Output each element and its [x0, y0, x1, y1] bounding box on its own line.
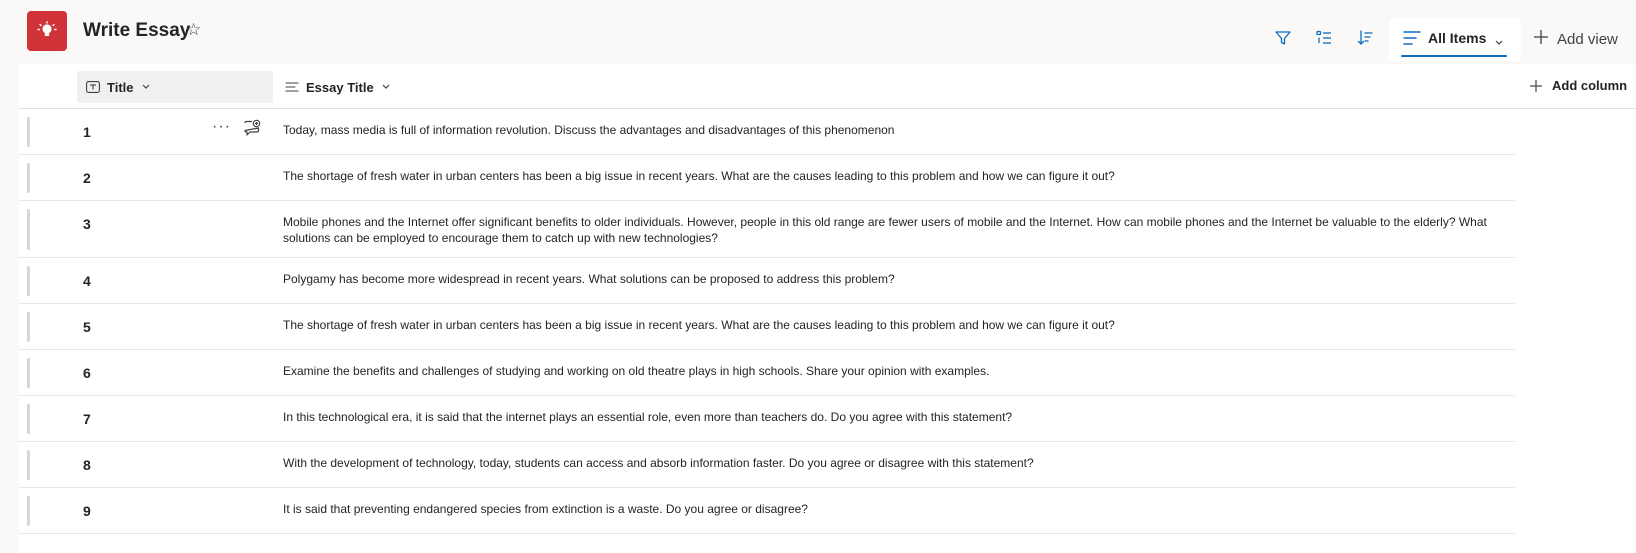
column-header-essay-title[interactable]: Essay Title — [285, 71, 391, 103]
more-options-icon[interactable]: ··· — [212, 118, 231, 136]
essay-title-cell: With the development of technology, toda… — [283, 456, 1034, 470]
column-essay-title-label: Essay Title — [306, 79, 374, 95]
row-title[interactable]: 4 — [83, 273, 91, 289]
plus-icon — [1534, 30, 1548, 48]
page-title: Write Essay — [83, 20, 191, 41]
table-row[interactable]: 5 The shortage of fresh water in urban c… — [19, 304, 1515, 350]
essay-title-cell: The shortage of fresh water in urban cen… — [283, 318, 1115, 332]
active-tab-underline — [1401, 55, 1507, 57]
view-label: All Items — [1428, 30, 1487, 46]
group-by-icon[interactable] — [1312, 26, 1336, 50]
plus-icon — [1530, 79, 1542, 92]
row-selection-handle[interactable] — [27, 117, 30, 147]
row-selection-handle[interactable] — [27, 209, 30, 250]
row-title[interactable]: 2 — [83, 170, 91, 186]
row-title[interactable]: 7 — [83, 411, 91, 427]
chevron-down-icon — [381, 83, 391, 91]
row-selection-handle[interactable] — [27, 266, 30, 296]
top-bar: Write Essay ☆ All Items Add view — [0, 0, 1636, 64]
row-title[interactable]: 9 — [83, 503, 91, 519]
add-column-label: Add column — [1552, 78, 1628, 93]
row-selection-handle[interactable] — [27, 404, 30, 434]
lightbulb-icon — [27, 11, 67, 51]
table-row[interactable]: 1 ··· Today, mass media is full of infor… — [19, 109, 1515, 155]
table-row[interactable]: 9 It is said that preventing endangered … — [19, 488, 1515, 534]
favorite-star-icon[interactable]: ☆ — [186, 21, 201, 38]
essay-title-cell: Mobile phones and the Internet offer sig… — [283, 215, 1487, 245]
column-header-row: Title Essay Title Add column — [19, 64, 1636, 109]
essay-title-cell: In this technological era, it is said th… — [283, 410, 1013, 424]
chevron-down-icon — [141, 83, 151, 91]
column-header-title[interactable]: Title — [77, 71, 273, 103]
multiline-text-icon — [285, 81, 299, 93]
sort-icon[interactable] — [1353, 26, 1377, 50]
row-title[interactable]: 3 — [83, 216, 91, 232]
essay-title-cell: The shortage of fresh water in urban cen… — [283, 169, 1115, 183]
add-comment-icon[interactable] — [243, 119, 261, 142]
tab-all-items[interactable]: All Items — [1389, 18, 1521, 61]
table-row[interactable]: 4 Polygamy has become more widespread in… — [19, 258, 1515, 304]
row-title[interactable]: 6 — [83, 365, 91, 381]
essay-title-cell: It is said that preventing endangered sp… — [283, 502, 808, 516]
add-column-button[interactable]: Add column — [1530, 78, 1627, 93]
row-selection-handle[interactable] — [27, 496, 30, 526]
table-row[interactable]: 8 With the development of technology, to… — [19, 442, 1515, 488]
row-title[interactable]: 8 — [83, 457, 91, 473]
row-selection-handle[interactable] — [27, 163, 30, 193]
list-sheet: Title Essay Title Add column 1 ··· Today… — [19, 64, 1636, 553]
row-selection-handle[interactable] — [27, 450, 30, 480]
filter-icon[interactable] — [1271, 26, 1295, 50]
table-row[interactable]: 7 In this technological era, it is said … — [19, 396, 1515, 442]
row-title[interactable]: 1 — [83, 124, 91, 140]
add-view-label: Add view — [1557, 30, 1618, 48]
essay-title-cell: Today, mass media is full of information… — [283, 123, 895, 137]
text-field-icon — [86, 81, 100, 93]
row-selection-handle[interactable] — [27, 358, 30, 388]
add-view-button[interactable]: Add view — [1534, 30, 1618, 48]
essay-title-cell: Examine the benefits and challenges of s… — [283, 364, 990, 378]
table-row[interactable]: 2 The shortage of fresh water in urban c… — [19, 155, 1515, 201]
table-row[interactable]: 6 Examine the benefits and challenges of… — [19, 350, 1515, 396]
column-title-label: Title — [107, 79, 134, 95]
row-selection-handle[interactable] — [27, 312, 30, 342]
table-row[interactable]: 3 Mobile phones and the Internet offer s… — [19, 201, 1515, 258]
row-title[interactable]: 5 — [83, 319, 91, 335]
essay-title-cell: Polygamy has become more widespread in r… — [283, 272, 895, 286]
chevron-down-icon — [1494, 34, 1504, 52]
list-rows: 1 ··· Today, mass media is full of infor… — [19, 109, 1515, 534]
view-list-icon — [1403, 30, 1421, 51]
